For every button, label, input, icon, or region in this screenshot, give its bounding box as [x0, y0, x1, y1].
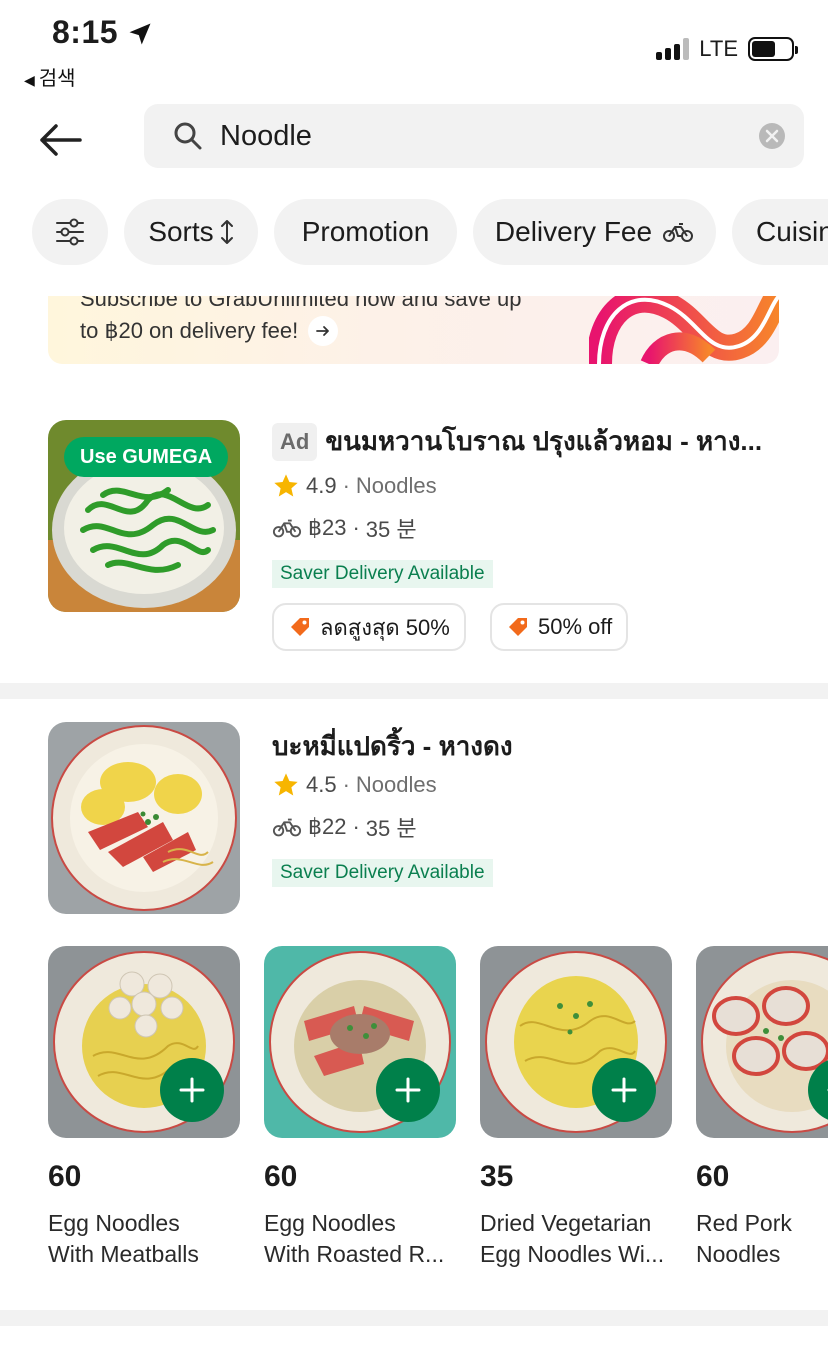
- promotion-filter-chip[interactable]: Promotion: [274, 199, 457, 265]
- grab-unlimited-logo-art: [589, 296, 779, 364]
- restaurant-1-cuisine: Noodles: [355, 473, 437, 498]
- dish-name: Red Pork Noodles: [696, 1210, 792, 1267]
- offer-label-1: ลดสูงสุด 50%: [320, 614, 450, 640]
- status-time: 8:15: [52, 14, 119, 50]
- back-to-search-label: 검색: [38, 68, 76, 90]
- motorbike-icon: [272, 519, 302, 538]
- offer-label-2: 50% off: [538, 614, 613, 639]
- dish-card[interactable]: 35 Dried Vegetarian Egg Noodles Wi...: [480, 946, 672, 1267]
- offer-chip-50-off: 50% off: [490, 603, 629, 651]
- saver-delivery-tag: Saver Delivery Available: [272, 859, 493, 887]
- back-arrow-icon[interactable]: [36, 118, 84, 162]
- sorts-filter-chip[interactable]: Sorts: [124, 199, 258, 265]
- motorbike-icon: [663, 223, 694, 242]
- dish-image[interactable]: [264, 946, 456, 1138]
- clear-search-icon[interactable]: [758, 122, 786, 150]
- search-query: Noodle: [220, 119, 312, 152]
- price-tag-icon: [291, 618, 309, 636]
- signal-icon: [656, 38, 690, 60]
- price-tag-icon: [509, 618, 527, 636]
- search-icon: [174, 122, 202, 150]
- ad-tag: Ad: [272, 422, 318, 461]
- search-input[interactable]: Noodle: [144, 104, 804, 168]
- dish-image[interactable]: [696, 946, 828, 1138]
- promo-code-badge: Use GUMEGA: [64, 437, 229, 477]
- star-icon: [274, 474, 298, 497]
- restaurant-2-delivery-time: 35 분: [365, 816, 417, 841]
- sliders-icon: [56, 218, 84, 246]
- back-triangle-icon: ◀: [24, 72, 35, 88]
- restaurant-1-delivery-fee: ฿23: [308, 515, 347, 540]
- dish-name: Dried Vegetarian Egg Noodles Wi...: [480, 1210, 665, 1267]
- banner-text-line1: Subscribe to GrabUnlimited now and save …: [80, 296, 522, 311]
- location-arrow-icon: [129, 23, 151, 45]
- restaurant-2-image[interactable]: [48, 722, 240, 914]
- back-to-search-link[interactable]: ◀ 검색: [24, 62, 76, 91]
- dish-name: Egg Noodles With Meatballs: [48, 1210, 199, 1267]
- plus-icon: [179, 1077, 205, 1103]
- dish-card[interactable]: 60 Egg Noodles With Roasted R...: [264, 946, 456, 1267]
- plus-icon: [395, 1077, 421, 1103]
- red-pork-noodles-photo: [696, 946, 828, 1138]
- dish-price: 60: [264, 1160, 298, 1193]
- restaurant-1-title[interactable]: Ad ขนมหวานโบราณ ปรุงแล้วหอม - หาง...: [272, 421, 792, 462]
- dish-card[interactable]: 60 Red Pork Noodles: [696, 946, 828, 1267]
- network-type: LTE: [699, 36, 738, 61]
- dish-price: 35: [480, 1160, 514, 1193]
- dish-card[interactable]: 60 Egg Noodles With Meatballs: [48, 946, 240, 1267]
- restaurant-1-rating: 4.9: [306, 473, 337, 498]
- offer-chip-max-discount: ลดสูงสุด 50%: [272, 603, 466, 651]
- delivery-fee-label: Delivery Fee: [494, 216, 653, 247]
- dish-price: 60: [48, 1160, 82, 1193]
- battery-icon: [748, 37, 798, 61]
- restaurant-1-rating-row: 4.9 · Noodles: [272, 472, 437, 500]
- banner-text-line2: to ฿20 on delivery fee!: [80, 318, 299, 343]
- grab-unlimited-banner[interactable]: Subscribe to GrabUnlimited now and save …: [48, 296, 779, 364]
- sorts-label: Sorts: [148, 216, 214, 247]
- arrow-right-icon: [308, 316, 339, 346]
- dish-image[interactable]: [480, 946, 672, 1138]
- noodle-bowl-photo: [48, 722, 240, 914]
- filter-settings-button[interactable]: [32, 199, 108, 265]
- dish-price: 60: [696, 1160, 730, 1193]
- motorbike-icon: [272, 818, 302, 837]
- dish-image[interactable]: [48, 946, 240, 1138]
- cuisine-label: Cuisin: [756, 216, 828, 247]
- section-divider: [0, 683, 828, 699]
- add-to-cart-button[interactable]: [160, 1058, 224, 1122]
- restaurant-1-delivery-row: ฿23 · 35 분: [272, 512, 417, 544]
- promotion-label: Promotion: [301, 216, 430, 247]
- restaurant-1-delivery-time: 35 분: [365, 517, 417, 542]
- plus-icon: [611, 1077, 637, 1103]
- star-icon: [274, 773, 298, 796]
- restaurant-2-rating-row: 4.5 · Noodles: [272, 771, 437, 799]
- add-to-cart-button[interactable]: [592, 1058, 656, 1122]
- filter-bar: Sorts Promotion Delivery Fee Cuisin: [32, 199, 828, 265]
- delivery-fee-filter-chip[interactable]: Delivery Fee: [473, 199, 716, 265]
- restaurant-1-name: ขนมหวานโบราณ ปรุงแล้วหอม - หาง...: [325, 426, 763, 456]
- restaurant-2-name[interactable]: บะหมี่แปดริ้ว - หางดง: [272, 726, 513, 767]
- restaurant-2-delivery-row: ฿22 · 35 분: [272, 811, 417, 843]
- dish-name: Egg Noodles With Roasted R...: [264, 1210, 445, 1267]
- cuisine-filter-chip[interactable]: Cuisin: [732, 199, 828, 265]
- saver-delivery-tag: Saver Delivery Available: [272, 560, 493, 588]
- add-to-cart-button[interactable]: [376, 1058, 440, 1122]
- restaurant-2-cuisine: Noodles: [355, 772, 437, 797]
- restaurant-2-delivery-fee: ฿22: [308, 814, 347, 839]
- section-divider: [0, 1310, 828, 1326]
- restaurant-2-rating: 4.5: [306, 772, 337, 797]
- sort-arrows-icon: [220, 220, 233, 244]
